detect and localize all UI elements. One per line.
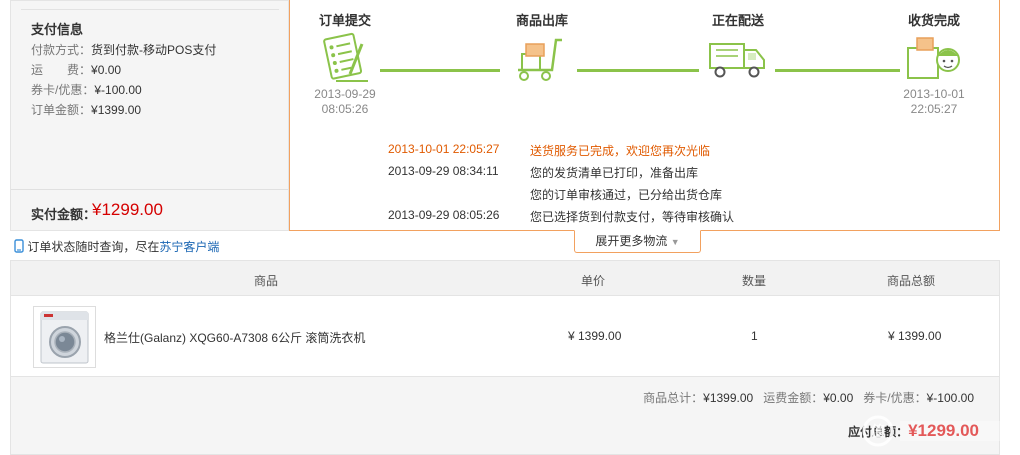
- mobile-phone-icon: [14, 239, 24, 256]
- divider: [21, 9, 279, 10]
- event-message: 送货服务已完成，欢迎您再次光临: [530, 144, 711, 158]
- paid-amount-value: ¥1299.00: [92, 200, 163, 219]
- coupon-row: 券卡/优惠：¥-100.00: [31, 81, 142, 98]
- step-date: 2013-09-29: [314, 87, 376, 101]
- step-title-received: 收货完成: [907, 13, 960, 28]
- progress-track: [380, 69, 500, 72]
- unit-price: ¥ 1399.00: [568, 329, 622, 343]
- step-date-received: 2013-10-01 22:05:27: [879, 87, 989, 117]
- freight-label: 运费金额：: [763, 391, 824, 405]
- step-time: 22:05:27: [910, 102, 958, 116]
- coupon-label: 券卡/优惠：: [863, 391, 927, 405]
- payment-method-value: 货到付款-移动POS支付: [91, 43, 217, 57]
- column-header-unit-price: 单价: [580, 274, 605, 288]
- step-title-order-submitted: 订单提交: [318, 13, 371, 28]
- order-items-table: 商品 单价 数量 商品总额 格兰仕(Galanz) XQG60-A7308 6公…: [10, 260, 1000, 377]
- svg-text:值: 值: [871, 423, 885, 440]
- progress-track: [775, 69, 900, 72]
- order-amount-label: 订单金额：: [31, 103, 92, 117]
- goods-total-value: ¥1399.00: [703, 391, 754, 405]
- column-header-quantity: 数量: [741, 274, 766, 288]
- shipping-fee-label: 运 费：: [31, 63, 92, 77]
- product-image-washing-machine[interactable]: [33, 306, 96, 368]
- item-subtotal: ¥ 1399.00: [888, 329, 942, 343]
- paid-amount-row: 实付金额： ¥1299.00: [11, 189, 288, 231]
- step-date: 2013-10-01: [903, 87, 965, 101]
- column-header-product: 商品: [253, 274, 278, 288]
- payment-info-title: 支付信息: [31, 22, 84, 37]
- coupon-label: 券卡/优惠：: [31, 83, 95, 97]
- step-date-order-submitted: 2013-09-29 08:05:26: [290, 87, 400, 117]
- package-received-icon: [904, 30, 964, 84]
- order-query-text: 订单状态随时查询，尽在: [27, 240, 160, 254]
- column-header-subtotal: 商品总额: [886, 274, 935, 288]
- summary-totals-line: 商品总计：¥1399.00 运费金额：¥0.00 券卡/优惠：¥-100.00: [643, 389, 974, 406]
- shipping-fee-value: ¥0.00: [91, 63, 122, 77]
- chevron-down-icon: ▼: [670, 237, 680, 247]
- expand-more-logistics-button[interactable]: 展开更多物流 ▼: [574, 230, 701, 253]
- payment-method-row: 付款方式：货到付款-移动POS支付: [31, 41, 216, 58]
- order-summary: 商品总计：¥1399.00 运费金额：¥0.00 券卡/优惠：¥-100.00 …: [10, 377, 1000, 455]
- expand-more-label: 展开更多物流: [595, 234, 668, 248]
- logistics-panel: 订单提交 2013-09-29 08:05:26 商品出库 正在配送 收货完成 …: [289, 0, 1000, 231]
- table-header: 商品 单价 数量 商品总额: [11, 261, 999, 296]
- step-title-out-of-warehouse: 商品出库: [515, 13, 568, 28]
- freight-value: ¥0.00: [823, 391, 854, 405]
- order-amount-row: 订单金额：¥1399.00: [31, 101, 141, 118]
- payment-info-panel: 支付信息 付款方式：货到付款-移动POS支付 运 费：¥0.00 券卡/优惠：¥…: [10, 0, 289, 231]
- warehouse-cart-icon: [512, 30, 572, 84]
- paid-amount-label: 实付金额：: [31, 207, 97, 222]
- shipping-fee-row: 运 费：¥0.00: [31, 61, 121, 78]
- step-title-delivering: 正在配送: [711, 13, 764, 28]
- order-amount-value: ¥1399.00: [91, 103, 142, 117]
- payment-method-label: 付款方式：: [31, 43, 92, 57]
- coupon-value: ¥-100.00: [94, 83, 142, 97]
- event-message: 您已选择货到付款支付，等待审核确认: [530, 210, 735, 224]
- event-time: 2013-09-29 08:05:26: [388, 208, 500, 222]
- product-name[interactable]: 格兰仕(Galanz) XQG60-A7308 6公斤 滚筒洗衣机: [104, 329, 365, 346]
- suning-client-link[interactable]: 苏宁客户端: [159, 240, 219, 254]
- coupon-value: ¥-100.00: [926, 391, 974, 405]
- event-time: 2013-10-01 22:05:27: [388, 142, 500, 156]
- event-message: 您的订单审核通过，已分给出货仓库: [530, 188, 723, 202]
- event-message: 您的发货清单已打印，准备出库: [530, 166, 699, 180]
- step-time: 08:05:26: [321, 102, 369, 116]
- site-watermark-logo: 值: [856, 407, 1020, 455]
- order-query-hint: 订单状态随时查询，尽在苏宁客户端: [14, 238, 219, 256]
- order-form-icon: [316, 30, 376, 84]
- delivery-truck-icon: [708, 30, 768, 84]
- quantity: 1: [751, 329, 758, 343]
- goods-total-label: 商品总计：: [643, 391, 704, 405]
- progress-track: [577, 69, 699, 72]
- event-time: 2013-09-29 08:34:11: [388, 164, 499, 178]
